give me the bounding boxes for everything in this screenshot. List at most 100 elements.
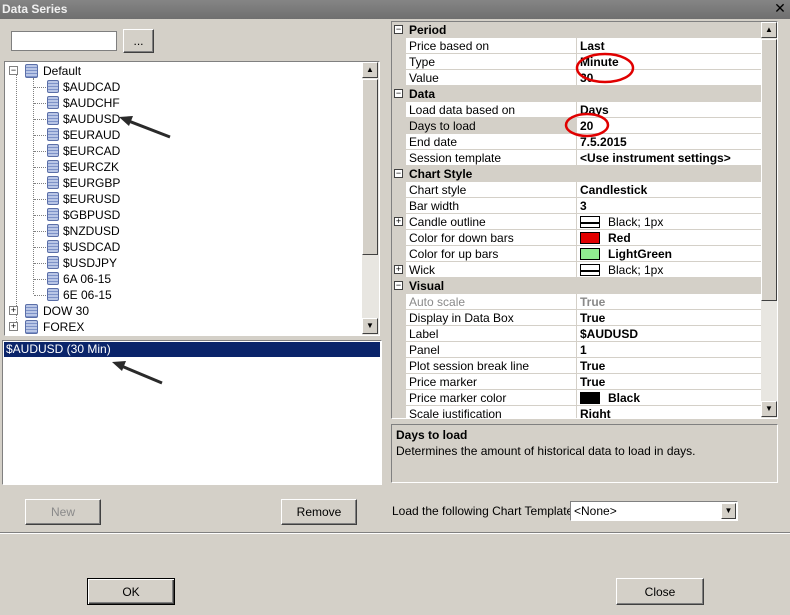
tree-item-label: FOREX [43,320,85,334]
scroll-down-icon[interactable]: ▼ [362,318,378,334]
collapse-icon[interactable]: − [394,169,403,178]
category-chart-style[interactable]: − Chart Style [392,166,762,182]
tree-item-label: $AUDCAD [63,80,121,94]
property-grid: − Period Price based on Last Type Minute Va… [391,21,778,419]
collapse-icon[interactable]: − [394,25,403,34]
collapse-icon[interactable]: − [394,281,403,290]
property-price-marker[interactable]: Price marker True [392,374,762,390]
property-load-data-based-on[interactable]: Load data based on Days [392,102,762,118]
database-icon [25,64,38,78]
description-text: Determines the amount of historical data… [396,444,696,458]
ok-button[interactable]: OK [87,578,175,605]
tree-item-label: 6A 06-15 [63,272,112,286]
tree-item-label: $USDCAD [63,240,121,254]
property-scale-justification[interactable]: Scale justification Right [392,406,762,418]
category-period[interactable]: − Period [392,22,762,38]
browse-button[interactable]: ... [123,29,154,53]
expand-icon[interactable]: + [394,217,403,226]
instrument-icon [47,96,59,109]
color-swatch-lightgreen [580,248,600,260]
tree-item-label: DOW 30 [43,304,90,318]
property-panel[interactable]: Panel 1 [392,342,762,358]
line-swatch-icon [580,216,600,228]
category-visual[interactable]: − Visual [392,278,762,294]
property-session-template[interactable]: Session template <Use instrument settings… [392,150,762,166]
instrument-icon [47,208,59,221]
tree-item-label: $AUDUSD [63,112,121,126]
instrument-tree: − Default $AUDCAD $AUDCHF $AUDUSD $EURAU… [4,61,380,336]
collapse-icon[interactable]: − [394,89,403,98]
tree-scrollbar[interactable]: ▲ ▼ [362,62,379,335]
property-days-to-load[interactable]: Days to load 20 [392,118,762,134]
scroll-up-icon[interactable]: ▲ [761,22,777,38]
instrument-search-input[interactable] [11,31,117,51]
instrument-icon [47,272,59,285]
window-title: Data Series [2,2,68,16]
scroll-thumb[interactable] [761,39,777,301]
color-swatch-red [580,232,600,244]
property-bar-width[interactable]: Bar width 3 [392,198,762,214]
chart-template-label: Load the following Chart Template: [392,504,577,518]
grid-scrollbar[interactable]: ▲ ▼ [761,22,777,418]
tree-item-label: $GBPUSD [63,208,121,222]
data-series-list: $AUDUSD (30 Min) [2,340,382,485]
scroll-thumb[interactable] [362,79,378,255]
property-price-based-on[interactable]: Price based on Last [392,38,762,54]
instrument-icon [47,144,59,157]
tree-item-label: $EURAUD [63,128,121,142]
chart-template-select[interactable]: <None> ▼ [570,501,738,521]
collapse-icon[interactable]: − [9,66,18,75]
tree-item-label: $NZDUSD [63,224,120,238]
property-display-data-box[interactable]: Display in Data Box True [392,310,762,326]
instrument-icon [47,160,59,173]
chart-template-value: <None> [574,504,617,518]
database-icon [25,304,38,318]
close-icon[interactable]: ✕ [773,1,787,16]
scroll-up-icon[interactable]: ▲ [362,62,378,78]
property-type[interactable]: Type Minute [392,54,762,70]
tree-item-label: $EURUSD [63,192,121,206]
property-end-date[interactable]: End date 7.5.2015 [392,134,762,150]
dropdown-arrow-icon[interactable]: ▼ [721,503,736,519]
instrument-icon [47,112,59,125]
tree-item-label: $USDJPY [63,256,118,270]
tree-item-label: $EURCZK [63,160,120,174]
instrument-icon [47,80,59,93]
instrument-icon [47,176,59,189]
database-icon [25,320,38,334]
new-button[interactable]: New [25,499,101,525]
property-chart-style[interactable]: Chart style Candlestick [392,182,762,198]
property-value[interactable]: Value 30 [392,70,762,86]
property-candle-outline[interactable]: + Candle outline Black; 1px [392,214,762,230]
instrument-icon [47,224,59,237]
instrument-icon [47,192,59,205]
instrument-icon [47,288,59,301]
instrument-icon [47,128,59,141]
divider [0,532,790,534]
property-up-bars-color[interactable]: Color for up bars LightGreen [392,246,762,262]
remove-button[interactable]: Remove [281,499,357,525]
instrument-icon [47,256,59,269]
close-button[interactable]: Close [616,578,704,605]
property-wick[interactable]: + Wick Black; 1px [392,262,762,278]
category-data[interactable]: − Data [392,86,762,102]
data-series-item[interactable]: $AUDUSD (30 Min) [4,342,380,357]
expand-icon[interactable]: + [394,265,403,274]
property-price-marker-color[interactable]: Price marker color Black [392,390,762,406]
expand-icon[interactable]: + [9,322,18,331]
property-auto-scale[interactable]: Auto scale True [392,294,762,310]
property-plot-session-break[interactable]: Plot session break line True [392,358,762,374]
line-swatch-icon [580,264,600,276]
window-titlebar: Data Series ✕ [0,0,790,19]
property-description: Days to load Determines the amount of hi… [391,424,778,483]
tree-item-label: $EURGBP [63,176,121,190]
expand-icon[interactable]: + [9,306,18,315]
property-down-bars-color[interactable]: Color for down bars Red [392,230,762,246]
tree-connector [16,74,17,324]
tree-item-label: $EURCAD [63,144,121,158]
scroll-down-icon[interactable]: ▼ [761,401,777,417]
description-title: Days to load [396,428,468,442]
tree-item-label: $AUDCHF [63,96,120,110]
tree-item-label: Default [43,64,82,78]
property-label[interactable]: Label $AUDUSD [392,326,762,342]
